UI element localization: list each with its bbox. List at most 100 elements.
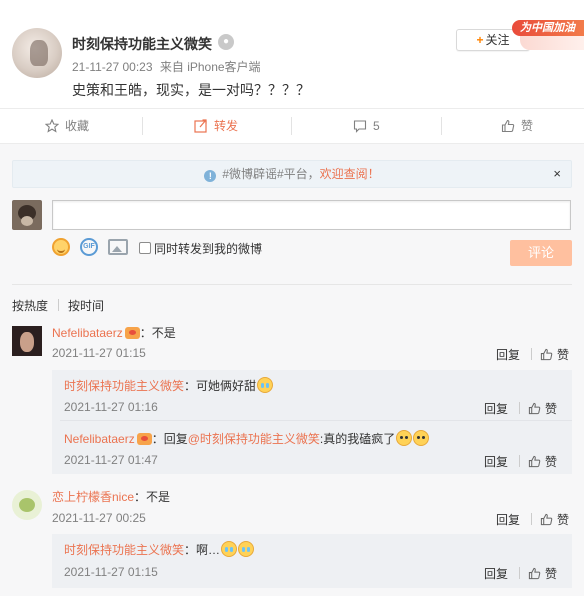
thumbs-up-icon [528,455,541,468]
reply-prefix: ：回复 [151,432,188,446]
reply-item: Nefelibataerz ：回复@时刻保持功能主义微笑:真的我磕疯了 [64,430,430,447]
comment-count: 5 [373,119,380,133]
comment-like-button[interactable]: 赞 [540,511,569,528]
post-meta: 21-11-27 00:23 来自 iPhone客户端 [72,58,261,75]
sort-by-hot-tab[interactable]: 按热度 [12,297,48,314]
repost-checkbox[interactable] [139,242,151,254]
weibo-post-card: 时刻保持功能主义微笑 ● 21-11-27 00:23 来自 iPhone客户端… [0,0,584,596]
reply-time: 2021-11-27 01:47 [64,453,158,467]
comment-item: Nefelibataerz ：不是 [52,324,176,341]
member-badge-icon [136,433,152,445]
badge-text: 为中国加油 [512,20,584,36]
follow-label: 关注 [485,33,510,47]
sort-divider [58,299,59,311]
commenter-name[interactable]: 恋上柠檬香nice [52,490,134,504]
crying-emoji-icon [238,541,255,557]
comment-time: 2021-11-27 01:15 [52,346,146,360]
reply-button[interactable]: 回复 [484,400,508,417]
post-time[interactable]: 21-11-27 00:23 [72,60,153,74]
like-button[interactable]: 赞 [501,109,533,143]
reply-like-button[interactable]: 赞 [528,565,557,582]
comment-icon [353,120,367,133]
divider [12,284,572,285]
replier-name[interactable]: Nefelibataerz [64,432,135,446]
repost-button[interactable]: 转发 [194,109,238,143]
reply-button[interactable]: 回复 [496,511,520,528]
rumor-notice-banner: ! #微博辟谣#平台，欢迎查阅！ × [12,160,572,188]
comments-section: ! #微博辟谣#平台，欢迎查阅！ × GIF 同时转发到我的微博 评论 按热度 按… [0,144,584,596]
commenter-avatar[interactable] [12,490,42,520]
replier-name[interactable]: 时刻保持功能主义微笑 [64,543,184,557]
post-source: 来自 iPhone客户端 [159,60,261,74]
action-divider [441,117,442,135]
mention-link[interactable]: @时刻保持功能主义微笑 [188,432,320,446]
gif-icon[interactable]: GIF [80,238,98,256]
emoji-icon[interactable] [52,238,70,256]
action-divider [519,402,520,414]
thumbs-up-icon [540,348,553,361]
action-bar: 收藏 转发 5 赞 [0,108,584,144]
reply-text: ：啊… [184,543,221,557]
thumbs-up-icon [528,567,541,580]
campaign-badge: 为中国加油 [512,12,584,52]
reply-button[interactable]: 回复 [484,565,508,582]
favorite-button[interactable]: 收藏 [45,109,89,143]
crying-emoji-icon [257,377,274,393]
comment-time: 2021-11-27 00:25 [52,511,146,525]
like-label: 赞 [545,567,558,581]
action-divider [142,117,143,135]
badge-ribbon [520,36,584,50]
comment-text: ：不是 [139,326,176,340]
user-level-icon: ● [218,34,234,50]
blushing-emoji-icon [413,430,430,446]
author-name[interactable]: 时刻保持功能主义微笑 [72,34,212,54]
reply-button[interactable]: 回复 [496,346,520,363]
sort-by-time-tab[interactable]: 按时间 [68,297,104,314]
close-icon[interactable]: × [553,161,561,187]
plus-icon: + [476,33,484,47]
reply-text: ：可她俩好甜 [184,379,257,393]
repost-icon [194,119,207,133]
post-text: 史策和王皓，现实，是一对吗？？？？ [72,82,310,98]
action-divider [531,513,532,525]
member-badge-icon [124,327,140,339]
comment-text: ：不是 [134,490,171,504]
thumbs-up-icon [528,402,541,415]
crying-emoji-icon [221,541,238,557]
reply-like-button[interactable]: 赞 [528,453,557,470]
action-divider [519,567,520,579]
image-icon[interactable] [108,239,128,255]
like-label: 赞 [557,513,570,527]
action-divider [531,348,532,360]
favorite-label: 收藏 [65,119,90,133]
star-icon [45,118,59,133]
repost-checkbox-label[interactable]: 同时转发到我的微博 [154,240,262,257]
thumbs-up-icon [540,513,553,526]
like-label: 赞 [545,455,558,469]
comment-button[interactable]: 5 [353,109,380,143]
my-avatar [12,200,42,230]
reply-text: :真的我磕疯了 [319,432,396,446]
reply-divider [60,420,572,421]
notice-text: #微博辟谣#平台， [222,167,320,181]
reply-time: 2021-11-27 01:16 [64,400,158,414]
like-label: 赞 [557,348,570,362]
author-avatar[interactable] [12,28,62,78]
notice-link[interactable]: 欢迎查阅！ [320,167,380,181]
comment-like-button[interactable]: 赞 [540,346,569,363]
repost-label: 转发 [214,119,239,133]
action-divider [291,117,292,135]
thumbs-up-icon [501,119,515,132]
commenter-name[interactable]: Nefelibataerz [52,326,123,340]
submit-comment-button[interactable]: 评论 [510,240,572,266]
comment-item: 恋上柠檬香nice：不是 [52,488,170,505]
info-icon: ! [204,170,217,182]
reply-like-button[interactable]: 赞 [528,400,557,417]
reply-item: 时刻保持功能主义微笑：啊… [64,541,255,558]
commenter-avatar[interactable] [12,326,42,356]
comment-input[interactable] [52,200,571,230]
reply-item: 时刻保持功能主义微笑：可她俩好甜 [64,377,274,394]
like-label: 赞 [545,402,558,416]
reply-button[interactable]: 回复 [484,453,508,470]
replier-name[interactable]: 时刻保持功能主义微笑 [64,379,184,393]
